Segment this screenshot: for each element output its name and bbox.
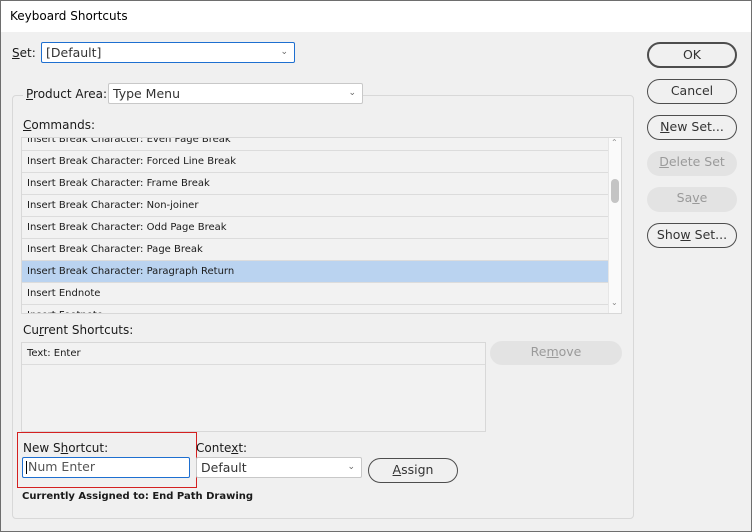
- current-shortcuts-label: Current Shortcuts:: [23, 323, 134, 337]
- list-item[interactable]: Insert Break Character: Page Break: [22, 239, 610, 261]
- commands-label: Commands:: [23, 118, 95, 132]
- remove-button[interactable]: Remove: [490, 341, 622, 365]
- new-shortcut-input[interactable]: Num Enter: [22, 457, 190, 478]
- list-item[interactable]: Insert Break Character: Odd Page Break: [22, 217, 610, 239]
- cancel-button[interactable]: Cancel: [647, 79, 737, 104]
- keyboard-shortcuts-dialog: Keyboard Shortcuts Set: [Default] ⌄ Prod…: [0, 0, 752, 532]
- list-item[interactable]: Insert Break Character: Non-joiner: [22, 195, 610, 217]
- window-title: Keyboard Shortcuts: [10, 9, 128, 23]
- ok-button[interactable]: OK: [647, 42, 737, 68]
- currently-assigned-text: Currently Assigned to: End Path Drawing: [22, 491, 254, 502]
- list-item-selected[interactable]: Insert Break Character: Paragraph Return: [22, 261, 610, 283]
- list-item[interactable]: Insert Footnote: [22, 305, 610, 313]
- scroll-up-icon[interactable]: ⌃: [611, 138, 618, 147]
- delete-set-button[interactable]: Delete Set: [647, 151, 737, 176]
- show-set-button[interactable]: Show Set...: [647, 223, 737, 248]
- context-label: Context:: [196, 441, 248, 455]
- chevron-down-icon: ⌄: [280, 47, 288, 57]
- new-set-button[interactable]: New Set...: [647, 115, 737, 140]
- chevron-down-icon: ⌄: [348, 88, 356, 98]
- new-shortcut-label: New Shortcut:: [23, 441, 109, 455]
- product-area-value: Type Menu: [113, 86, 181, 101]
- product-area-dropdown[interactable]: Type Menu ⌄: [108, 83, 363, 104]
- commands-list[interactable]: Insert Break Character: Even Page Break …: [21, 137, 622, 314]
- chevron-down-icon: ⌄: [347, 462, 355, 472]
- list-item[interactable]: Text: Enter: [22, 343, 485, 365]
- list-item[interactable]: Insert Break Character: Frame Break: [22, 173, 610, 195]
- commands-scrollbar[interactable]: ⌃ ⌄: [608, 138, 621, 313]
- current-shortcuts-list[interactable]: Text: Enter: [21, 342, 486, 432]
- product-area-label: Product Area:: [23, 87, 111, 101]
- context-value: Default: [201, 460, 247, 475]
- text-caret: [26, 461, 27, 474]
- assign-button[interactable]: Assign: [368, 458, 458, 483]
- list-item[interactable]: Insert Endnote: [22, 283, 610, 305]
- list-item[interactable]: Insert Break Character: Even Page Break: [22, 138, 610, 151]
- scroll-down-icon[interactable]: ⌄: [611, 298, 618, 307]
- set-label: Set:: [12, 46, 36, 60]
- list-item[interactable]: Insert Break Character: Forced Line Brea…: [22, 151, 610, 173]
- scrollbar-thumb[interactable]: [611, 179, 619, 203]
- title-bar: Keyboard Shortcuts: [1, 1, 751, 32]
- context-dropdown[interactable]: Default ⌄: [196, 457, 362, 478]
- save-button[interactable]: Save: [647, 187, 737, 212]
- set-value: [Default]: [46, 45, 102, 60]
- set-dropdown[interactable]: [Default] ⌄: [41, 42, 295, 63]
